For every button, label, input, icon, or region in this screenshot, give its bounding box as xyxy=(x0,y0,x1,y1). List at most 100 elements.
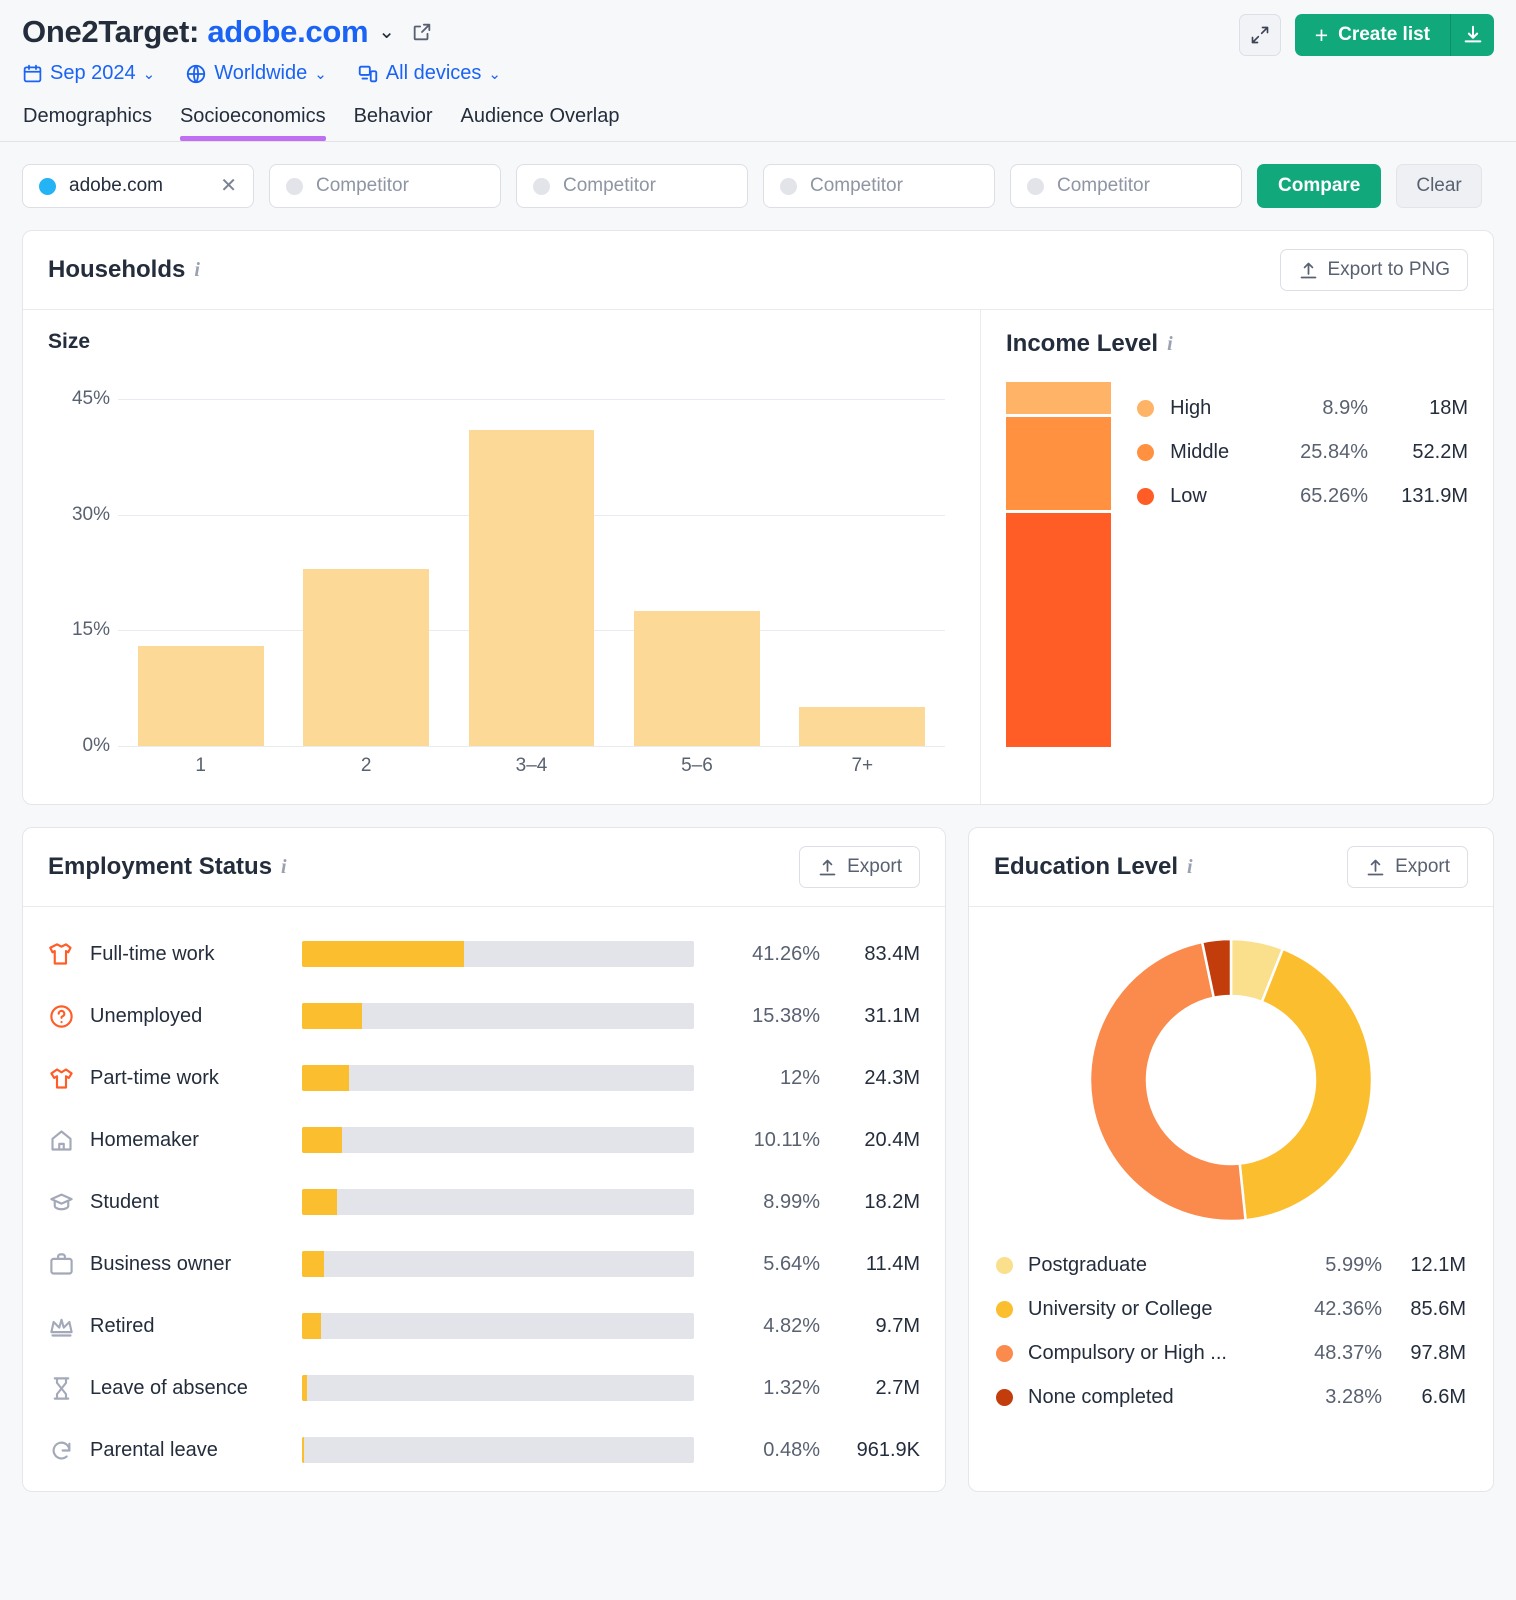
filter-devices[interactable]: All devices ⌄ xyxy=(357,62,501,85)
bar[interactable] xyxy=(799,707,926,746)
competitor-chip-3[interactable]: Competitor xyxy=(763,164,995,208)
education-legend-percent: 5.99% xyxy=(1325,1253,1382,1276)
compare-button[interactable]: Compare xyxy=(1257,164,1382,208)
progress-track xyxy=(302,1003,694,1029)
education-legend-row[interactable]: Compulsory or High ... 48.37% 97.8M xyxy=(996,1331,1466,1375)
download-button[interactable] xyxy=(1450,14,1494,56)
tab-audience-overlap[interactable]: Audience Overlap xyxy=(461,105,620,141)
close-icon[interactable]: ✕ xyxy=(220,176,237,196)
house-icon xyxy=(48,1127,90,1154)
income-legend-percent: 25.84% xyxy=(1300,440,1368,463)
employment-percent: 41.26% xyxy=(752,942,820,965)
hourglass-icon xyxy=(48,1375,90,1402)
employment-count: 83.4M xyxy=(864,942,920,965)
chevron-down-icon: ⌄ xyxy=(488,65,501,83)
legend-dot-icon xyxy=(996,1344,1013,1362)
employment-percent: 5.64% xyxy=(763,1252,820,1275)
filter-date-label: Sep 2024 xyxy=(50,62,136,84)
one2target-page: One2Target: adobe.com ⌄ + Create list Se… xyxy=(0,0,1516,1600)
filter-location[interactable]: Worldwide ⌄ xyxy=(185,62,327,85)
create-list-button[interactable]: + Create list xyxy=(1294,14,1450,56)
employment-row[interactable]: Homemaker 10.11% 20.4M xyxy=(48,1109,920,1171)
employment-row[interactable]: Student 8.99% 18.2M xyxy=(48,1171,920,1233)
employment-percent: 8.99% xyxy=(763,1190,820,1213)
shirt-icon xyxy=(48,941,90,968)
plus-icon: + xyxy=(1314,21,1329,48)
employment-export-button[interactable]: Export xyxy=(799,846,920,888)
employment-row[interactable]: Leave of absence 1.32% 2.7M xyxy=(48,1357,920,1419)
info-icon[interactable]: i xyxy=(1167,333,1173,356)
bar[interactable] xyxy=(303,568,429,746)
education-legend-row[interactable]: Postgraduate 5.99% 12.1M xyxy=(996,1243,1466,1287)
employment-percent: 1.32% xyxy=(763,1376,820,1399)
bar[interactable] xyxy=(634,611,760,746)
briefcase-icon xyxy=(48,1251,90,1278)
clear-button[interactable]: Clear xyxy=(1396,164,1482,208)
income-legend-row[interactable]: Low 65.26% 131.9M xyxy=(1137,474,1468,518)
education-legend-row[interactable]: None completed 3.28% 6.6M xyxy=(996,1375,1466,1419)
bar[interactable] xyxy=(137,645,264,746)
employment-label: Full-time work xyxy=(90,942,215,965)
info-icon[interactable]: i xyxy=(194,259,200,282)
info-icon[interactable]: i xyxy=(1187,856,1193,879)
income-legend-row[interactable]: High 8.9% 18M xyxy=(1137,386,1468,430)
expand-button[interactable] xyxy=(1238,14,1281,56)
filter-row: Sep 2024 ⌄ Worldwide ⌄ All devices ⌄ xyxy=(22,62,1494,85)
employment-count: 24.3M xyxy=(864,1066,920,1089)
households-header: Households i Export to PNG xyxy=(23,231,1493,310)
tab-socioeconomics[interactable]: Socioeconomics xyxy=(179,105,326,141)
employment-row[interactable]: Parental leave 0.48% 961.9K xyxy=(48,1419,920,1481)
employment-percent: 15.38% xyxy=(752,1004,820,1027)
employment-row[interactable]: Full-time work 41.26% 83.4M xyxy=(48,923,920,985)
employment-label: Retired xyxy=(90,1314,155,1337)
income-stack-segment[interactable] xyxy=(1006,416,1112,510)
education-legend-count: 6.6M xyxy=(1421,1385,1466,1408)
export-to-png-button[interactable]: Export to PNG xyxy=(1279,249,1468,291)
employment-row[interactable]: Retired 4.82% 9.7M xyxy=(48,1295,920,1357)
employment-count: 961.9K xyxy=(856,1438,920,1461)
income-level-panel: Income Level i High 8.9% 18M Middle 25.84% 52… xyxy=(981,310,1493,804)
external-link-icon[interactable] xyxy=(411,21,433,43)
bar-slot[interactable] xyxy=(780,376,945,746)
series-dot-icon xyxy=(39,177,56,195)
chevron-down-icon[interactable]: ⌄ xyxy=(378,22,395,42)
income-stack-segment[interactable] xyxy=(1006,512,1112,747)
bar-slot[interactable] xyxy=(614,376,779,746)
income-stack-segment[interactable] xyxy=(1006,382,1112,414)
education-body: Postgraduate 5.99% 12.1M University or Coll… xyxy=(969,907,1493,1439)
bar[interactable] xyxy=(468,429,595,746)
education-legend-count: 12.1M xyxy=(1410,1253,1466,1276)
competitor-chip-2[interactable]: Competitor xyxy=(516,164,748,208)
education-title-group: Education Level i xyxy=(994,853,1193,881)
employment-row[interactable]: Business owner 5.64% 11.4M xyxy=(48,1233,920,1295)
tab-behavior[interactable]: Behavior xyxy=(354,105,433,141)
tab-bar: Demographics Socioeconomics Behavior Aud… xyxy=(22,105,1494,141)
export-to-png-label: Export to PNG xyxy=(1327,259,1451,280)
progress-fill xyxy=(302,1251,325,1277)
competitor-chip-1[interactable]: Competitor xyxy=(269,164,501,208)
education-export-button[interactable]: Export xyxy=(1347,846,1468,888)
tab-demographics[interactable]: Demographics xyxy=(23,105,152,141)
education-legend-label: None completed xyxy=(1028,1385,1174,1408)
education-legend-percent: 42.36% xyxy=(1314,1297,1382,1320)
bar-slot[interactable] xyxy=(283,376,448,746)
employment-percent: 4.82% xyxy=(763,1314,820,1337)
income-body: High 8.9% 18M Middle 25.84% 52.2M Low 65.26% 131… xyxy=(1006,382,1468,747)
x-axis-tick-label: 3–4 xyxy=(515,755,548,776)
employment-row[interactable]: Part-time work 12% 24.3M xyxy=(48,1047,920,1109)
education-legend-row[interactable]: University or College 42.36% 85.6M xyxy=(996,1287,1466,1331)
income-legend-count: 18M xyxy=(1429,396,1468,419)
filter-date[interactable]: Sep 2024 ⌄ xyxy=(22,62,155,85)
employment-count: 2.7M xyxy=(875,1376,920,1399)
education-header: Education Level i Export xyxy=(969,828,1493,907)
bar-slot[interactable] xyxy=(118,376,283,746)
competitor-chip-main[interactable]: adobe.com ✕ xyxy=(22,164,254,208)
education-legend: Postgraduate 5.99% 12.1M University or Coll… xyxy=(994,1243,1468,1419)
employment-row[interactable]: Unemployed 15.38% 31.1M xyxy=(48,985,920,1047)
bar-slot[interactable] xyxy=(449,376,614,746)
info-icon[interactable]: i xyxy=(281,856,287,879)
competitor-chip-4[interactable]: Competitor xyxy=(1010,164,1242,208)
target-domain[interactable]: adobe.com xyxy=(207,14,368,49)
progress-fill xyxy=(302,1065,350,1091)
income-legend-row[interactable]: Middle 25.84% 52.2M xyxy=(1137,430,1468,474)
